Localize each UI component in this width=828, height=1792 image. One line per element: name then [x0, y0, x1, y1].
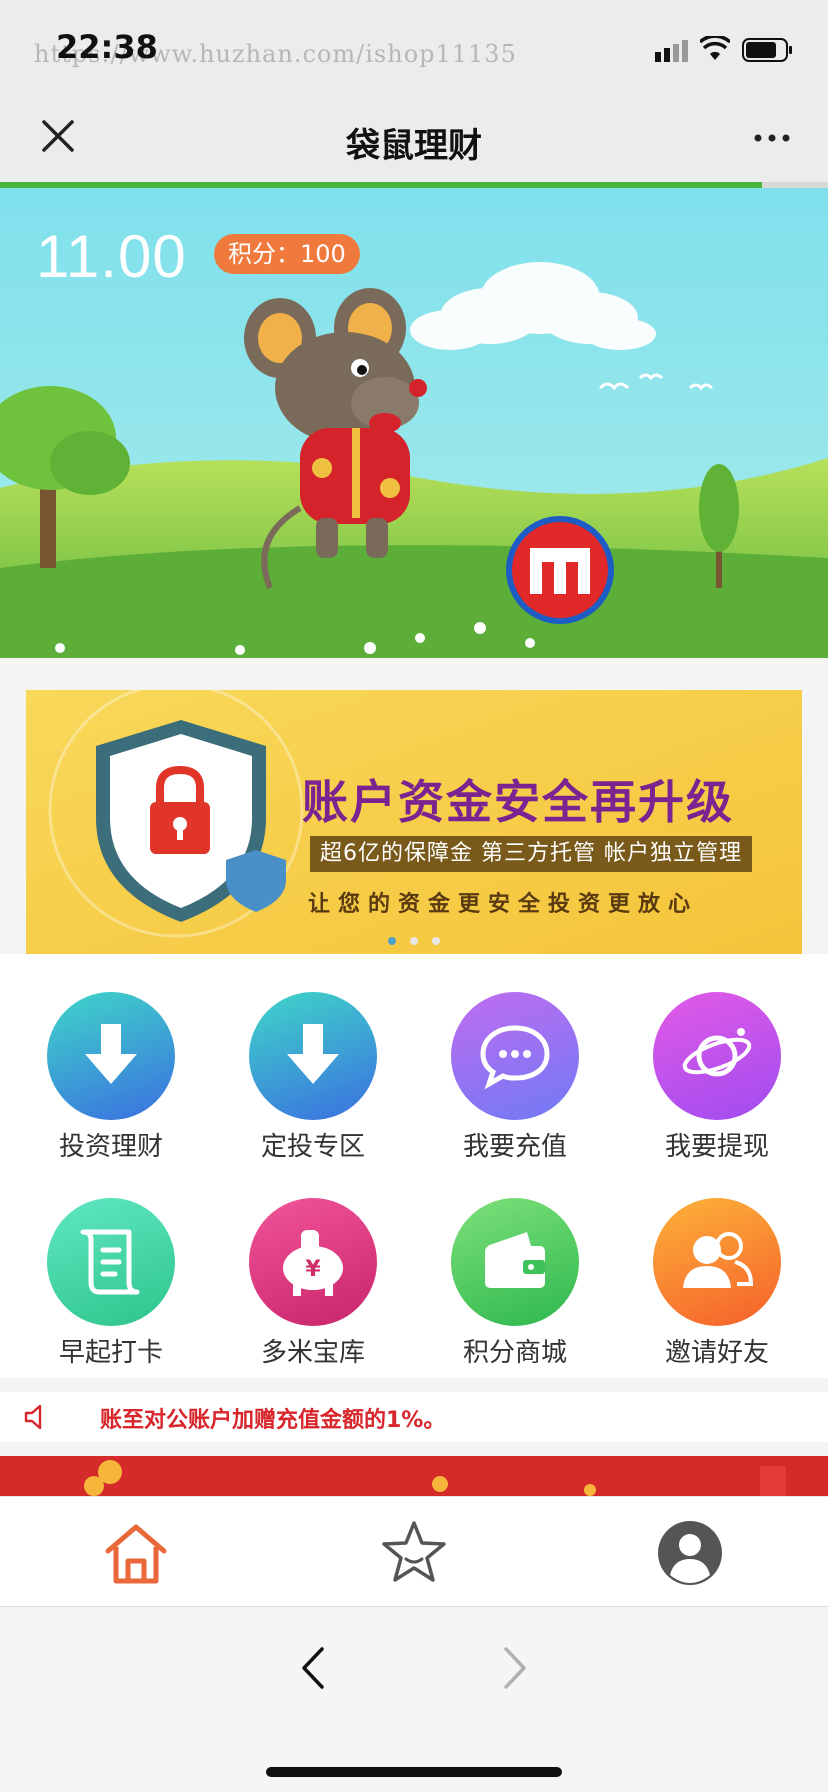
menu-item[interactable]: 邀请好友 — [617, 1198, 817, 1369]
menu-item-label: 我要提现 — [664, 1132, 769, 1162]
carousel-dot[interactable] — [388, 937, 396, 945]
menu-item-label: 投资理财 — [58, 1132, 163, 1162]
carousel-indicator — [26, 930, 802, 949]
menu-item-label: 邀请好友 — [664, 1338, 769, 1368]
chat-bubble-icon[interactable] — [451, 992, 579, 1120]
security-banner-subtitle: 超6亿的保障金 第三方托管 帐户独立管理 — [310, 836, 752, 872]
planet-icon[interactable] — [653, 992, 781, 1120]
menu-item-label: 多米宝库 — [260, 1338, 365, 1368]
menu-item-label: 我要充值 — [462, 1132, 567, 1162]
points-badge: 积分：100 — [214, 234, 360, 274]
chevron-right-icon[interactable] — [496, 1643, 536, 1693]
menu-item[interactable]: 早起打卡 — [11, 1198, 211, 1369]
security-banner-carousel[interactable]: 账户资金安全再升级 超6亿的保障金 第三方托管 帐户独立管理 让您的资金更安全投… — [26, 690, 802, 954]
menu-item[interactable]: 定投专区 — [213, 992, 413, 1163]
carousel-dot[interactable] — [432, 937, 440, 945]
menu-item[interactable]: 投资理财 — [11, 992, 211, 1163]
bottom-tab-bar — [0, 1496, 828, 1606]
more-icon[interactable] — [750, 116, 794, 160]
chevron-left-icon[interactable] — [292, 1643, 332, 1693]
status-bar: https://www.huzhan.com/ishop11135 22:38 — [0, 0, 828, 92]
page-title: 袋鼠理财 — [346, 126, 482, 166]
menu-item-label: 定投专区 — [260, 1132, 365, 1162]
wallet-icon[interactable] — [451, 1198, 579, 1326]
menu-item[interactable]: 积分商城 — [415, 1198, 615, 1369]
svg-text:¥: ¥ — [305, 1257, 321, 1282]
security-banner-title: 账户资金安全再升级 — [302, 775, 734, 829]
battery-icon — [742, 38, 792, 62]
menu-item[interactable]: ¥ 多米宝库 — [213, 1198, 413, 1369]
scroll-icon[interactable] — [47, 1198, 175, 1326]
balance-amount: 11.00 — [36, 223, 187, 290]
status-time: 22:38 — [56, 28, 158, 66]
hero-banner[interactable]: 11.00 积分：100 — [0, 188, 828, 658]
menu-item-label: 早起打卡 — [58, 1338, 163, 1368]
notice-marquee[interactable]: 账至对公账户加赠充值金额的1%。 — [0, 1392, 828, 1442]
feature-menu-grid: 投资理财 定投专区 我要充值 我要提现早起打卡 ¥ 多米宝库 积分商城 邀请好友 — [0, 954, 828, 1378]
security-banner-tagline: 让您的资金更安全投资更放心 — [308, 892, 699, 917]
nav-bar: 袋鼠理财 — [0, 92, 828, 182]
menu-item-label: 积分商城 — [462, 1338, 567, 1368]
download-arrow-icon[interactable] — [47, 992, 175, 1120]
home-indicator — [266, 1767, 562, 1777]
signal-icon — [655, 40, 688, 62]
promo-banner-illustration — [84, 1460, 786, 1496]
user-avatar-icon[interactable] — [654, 1517, 726, 1589]
promo-banner[interactable] — [0, 1456, 828, 1496]
home-icon[interactable] — [100, 1517, 172, 1589]
wifi-icon — [700, 36, 730, 60]
download-arrow-icon[interactable] — [249, 992, 377, 1120]
piggy-bank-icon[interactable]: ¥ — [249, 1198, 377, 1326]
menu-item[interactable]: 我要提现 — [617, 992, 817, 1163]
carousel-dot[interactable] — [410, 937, 418, 945]
friends-icon[interactable] — [653, 1198, 781, 1326]
speaker-icon — [24, 1404, 42, 1430]
browser-toolbar — [0, 1606, 828, 1792]
notice-text: 账至对公账户加赠充值金额的1%。 — [100, 1408, 446, 1433]
menu-item[interactable]: 我要充值 — [415, 992, 615, 1163]
star-icon[interactable] — [378, 1517, 450, 1589]
